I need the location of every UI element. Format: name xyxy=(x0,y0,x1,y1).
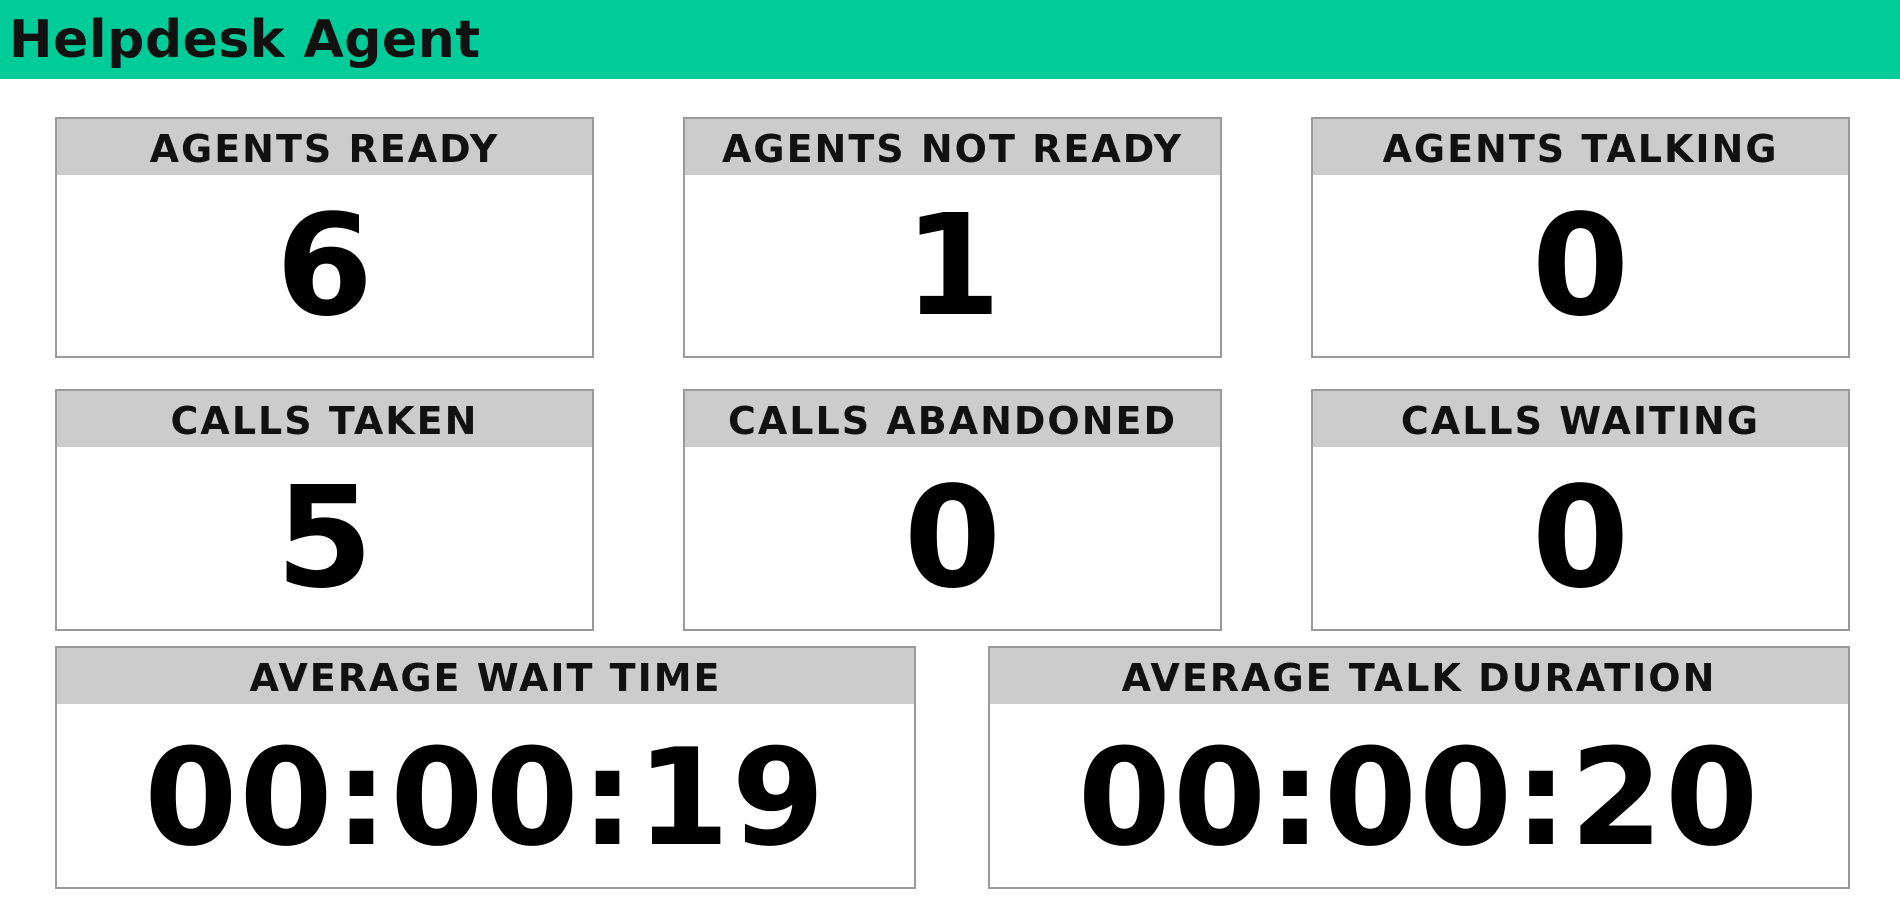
calls-abandoned-panel: CALLS ABANDONED 0 xyxy=(683,389,1222,631)
agents-ready-label: AGENTS READY xyxy=(57,119,592,175)
agents-not-ready-label: AGENTS NOT READY xyxy=(685,119,1220,175)
agents-not-ready-panel: AGENTS NOT READY 1 xyxy=(683,117,1222,358)
page-title: Helpdesk Agent xyxy=(9,10,481,70)
calls-abandoned-value: 0 xyxy=(903,457,1002,620)
average-talk-duration-label: AVERAGE TALK DURATION xyxy=(990,648,1848,704)
agents-ready-value: 6 xyxy=(275,185,374,348)
calls-waiting-panel: CALLS WAITING 0 xyxy=(1311,389,1850,631)
calls-waiting-value: 0 xyxy=(1531,457,1630,620)
agents-talking-label: AGENTS TALKING xyxy=(1313,119,1848,175)
average-wait-time-panel: AVERAGE WAIT TIME 00:00:19 xyxy=(55,646,916,889)
calls-taken-value: 5 xyxy=(275,457,374,620)
calls-waiting-label: CALLS WAITING xyxy=(1313,391,1848,447)
calls-taken-panel: CALLS TAKEN 5 xyxy=(55,389,594,631)
agents-ready-panel: AGENTS READY 6 xyxy=(55,117,594,358)
average-talk-duration-panel: AVERAGE TALK DURATION 00:00:20 xyxy=(988,646,1850,889)
average-talk-duration-value: 00:00:20 xyxy=(1077,720,1761,876)
average-wait-time-value: 00:00:19 xyxy=(144,720,827,876)
calls-abandoned-label: CALLS ABANDONED xyxy=(685,391,1220,447)
average-wait-time-label: AVERAGE WAIT TIME xyxy=(57,648,914,704)
agents-talking-panel: AGENTS TALKING 0 xyxy=(1311,117,1850,358)
agents-talking-value: 0 xyxy=(1531,185,1630,348)
agents-not-ready-value: 1 xyxy=(903,185,1002,348)
calls-taken-label: CALLS TAKEN xyxy=(57,391,592,447)
header-bar: Helpdesk Agent xyxy=(0,0,1900,79)
